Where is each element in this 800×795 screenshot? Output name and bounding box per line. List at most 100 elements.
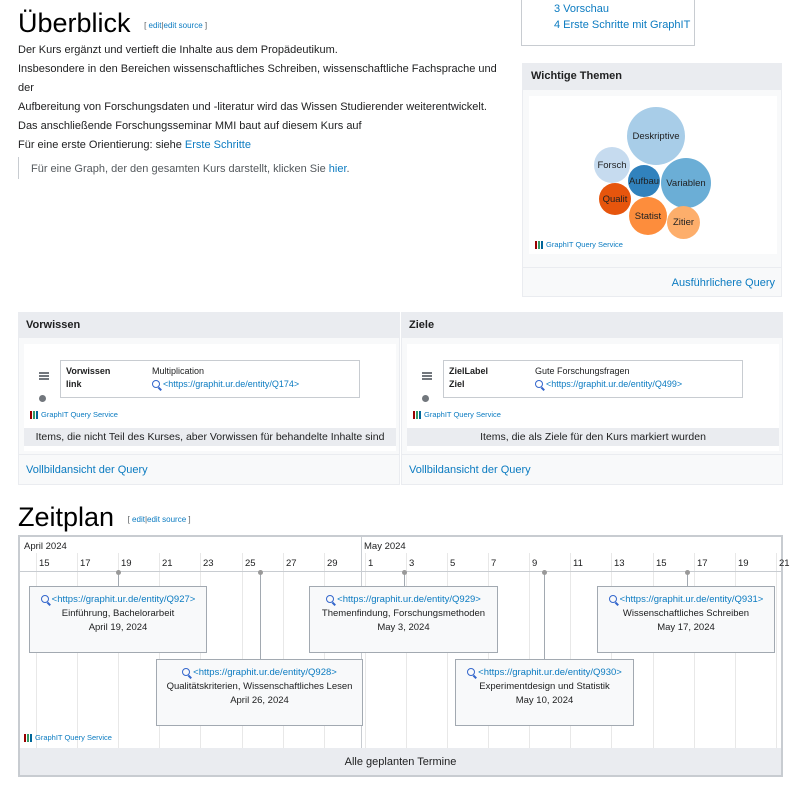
goals-value: Gute Forschungsfragen bbox=[535, 366, 630, 376]
timeline-event[interactable]: <https://graphit.ur.de/entity/Q928> Qual… bbox=[156, 659, 363, 726]
search-icon bbox=[182, 668, 191, 676]
timeline-event[interactable]: <https://graphit.ur.de/entity/Q927> Einf… bbox=[29, 586, 207, 653]
goals-result: ZielLabel Gute Forschungsfragen Ziel <ht… bbox=[407, 344, 779, 451]
overview-paragraph: Der Kurs ergänzt und vertieft die Inhalt… bbox=[18, 44, 338, 56]
prereq-value: Multiplication bbox=[152, 366, 205, 376]
bubble-zitier[interactable]: Zitier bbox=[667, 206, 700, 239]
toc-item-vorschau[interactable]: 3 Vorschau bbox=[554, 3, 609, 15]
event-marker bbox=[258, 570, 263, 575]
event-link[interactable]: <https://graphit.ur.de/entity/Q931> bbox=[598, 593, 774, 607]
graphit-service-badge[interactable]: GraphIT Query Service bbox=[413, 410, 501, 419]
event-date: May 3, 2024 bbox=[377, 622, 430, 633]
timeline-day-label: 29 bbox=[327, 558, 338, 569]
prereq-entity-link[interactable]: <https://graphit.ur.de/entity/Q174> bbox=[152, 379, 299, 389]
event-marker bbox=[685, 570, 690, 575]
timeline-day-label: 5 bbox=[450, 558, 456, 569]
overview-paragraph: Das anschließende Forschungsseminar MMI … bbox=[18, 120, 362, 132]
month-label: May 2024 bbox=[364, 541, 406, 552]
timeline-event[interactable]: <https://graphit.ur.de/entity/Q929> Them… bbox=[309, 586, 498, 653]
goals-key: ZielLabel bbox=[449, 366, 489, 376]
graphit-service-label: GraphIT Query Service bbox=[546, 240, 623, 249]
event-link-text: <https://graphit.ur.de/entity/Q928> bbox=[193, 667, 337, 678]
graphit-service-badge[interactable]: GraphIT Query Service bbox=[535, 240, 623, 249]
table-view-icon[interactable] bbox=[422, 372, 432, 380]
graphit-service-badge[interactable]: GraphIT Query Service bbox=[30, 410, 118, 419]
event-stem bbox=[687, 573, 688, 587]
event-link[interactable]: <https://graphit.ur.de/entity/Q930> bbox=[456, 666, 633, 680]
event-stem bbox=[404, 573, 405, 587]
graphit-logo-icon bbox=[30, 410, 39, 419]
bubble-variablen[interactable]: Variablen bbox=[661, 158, 711, 208]
graph-link[interactable]: hier bbox=[329, 163, 347, 175]
bubble-deskriptive[interactable]: Deskriptive bbox=[627, 107, 685, 165]
table-view-icon[interactable] bbox=[39, 372, 49, 380]
overview-title: Überblick bbox=[18, 8, 131, 38]
search-icon bbox=[326, 595, 335, 603]
event-title: Wissenschaftliches Schreiben bbox=[622, 608, 750, 619]
bubble-forsch[interactable]: Forsch bbox=[594, 147, 630, 183]
event-link[interactable]: <https://graphit.ur.de/entity/Q927> bbox=[30, 593, 206, 607]
search-icon bbox=[535, 380, 543, 388]
schedule-caption: Alle geplanten Termine bbox=[20, 748, 781, 775]
edit-link[interactable]: edit bbox=[149, 21, 162, 30]
goals-table: ZielLabel Gute Forschungsfragen Ziel <ht… bbox=[443, 360, 743, 398]
timeline-day-label: 21 bbox=[779, 558, 790, 569]
timeline-day-label: 13 bbox=[614, 558, 625, 569]
graph-callout-suffix: . bbox=[346, 163, 350, 175]
bubble-chart: Deskriptive Forsch Variablen Aufbau Qual… bbox=[529, 96, 777, 254]
timeline-event[interactable]: <https://graphit.ur.de/entity/Q931> Wiss… bbox=[597, 586, 775, 653]
prereq-key: link bbox=[66, 379, 82, 389]
toc-item-erste-schritte[interactable]: 4 Erste Schritte mit GraphIT bbox=[554, 19, 690, 31]
search-icon bbox=[152, 380, 160, 388]
graph-callout-text: Für eine Graph, der den gesamten Kurs da… bbox=[31, 163, 329, 175]
timeline-axis bbox=[20, 571, 781, 572]
graphit-service-label: GraphIT Query Service bbox=[424, 410, 501, 419]
event-marker bbox=[116, 570, 121, 575]
event-date: April 19, 2024 bbox=[88, 622, 148, 633]
edit-source-link[interactable]: edit source bbox=[164, 21, 203, 30]
graphit-service-badge[interactable]: GraphIT Query Service bbox=[24, 733, 112, 742]
event-link[interactable]: <https://graphit.ur.de/entity/Q929> bbox=[310, 593, 497, 607]
event-title: Qualitätskriterien, Wissenschaftliches L… bbox=[166, 681, 353, 692]
prereq-key: Vorwissen bbox=[66, 366, 111, 376]
prereq-fullview-link[interactable]: Vollbildansicht der Query bbox=[26, 464, 148, 476]
timeline-day-label: 23 bbox=[203, 558, 214, 569]
prereq-caption: Items, die nicht Teil des Kurses, aber V… bbox=[24, 428, 396, 446]
graphit-logo-icon bbox=[413, 410, 422, 419]
edit-link[interactable]: edit bbox=[132, 515, 145, 524]
goals-header: Ziele bbox=[402, 313, 782, 338]
edit-section-links: [ edit|edit source ] bbox=[127, 515, 191, 524]
event-link-text: <https://graphit.ur.de/entity/Q927> bbox=[51, 594, 196, 605]
event-date: May 10, 2024 bbox=[515, 695, 574, 706]
edit-source-link[interactable]: edit source bbox=[147, 515, 186, 524]
goals-entity-link[interactable]: <https://graphit.ur.de/entity/Q499> bbox=[535, 379, 682, 389]
goals-fullview-link[interactable]: Vollbildansicht der Query bbox=[409, 464, 531, 476]
timeline-day-label: 17 bbox=[697, 558, 708, 569]
event-stem bbox=[260, 573, 261, 659]
prereq-panel: Vorwissen Vorwissen Multiplication link … bbox=[18, 312, 400, 485]
timeline: April 2024 May 2024 15 17 19 21 23 25 27 29 1 3 5 7… bbox=[18, 535, 790, 777]
timeline-day-label: 7 bbox=[491, 558, 497, 569]
timeline-day-label: 19 bbox=[121, 558, 132, 569]
themes-header: Wichtige Themen bbox=[523, 64, 781, 90]
more-query-link[interactable]: Ausführlichere Query bbox=[672, 277, 775, 289]
timeline-day-label: 3 bbox=[409, 558, 415, 569]
bubble-qualit[interactable]: Qualit bbox=[599, 183, 631, 215]
timeline-event[interactable]: <https://graphit.ur.de/entity/Q930> Expe… bbox=[455, 659, 634, 726]
bubble-aufbau[interactable]: Aufbau bbox=[628, 165, 660, 197]
overview-paragraph: Aufbereitung von Forschungsdaten und -li… bbox=[18, 101, 487, 113]
prereq-link-text: <https://graphit.ur.de/entity/Q174> bbox=[163, 379, 300, 389]
erste-schritte-link[interactable]: Erste Schritte bbox=[185, 139, 251, 151]
event-link[interactable]: <https://graphit.ur.de/entity/Q928> bbox=[157, 666, 362, 680]
timeline-day-label: 25 bbox=[245, 558, 256, 569]
search-icon bbox=[40, 595, 49, 603]
timeline-gridline bbox=[776, 553, 777, 748]
status-dot-icon bbox=[422, 395, 429, 402]
themes-box: Wichtige Themen Deskriptive Forsch Varia… bbox=[522, 63, 782, 297]
search-icon bbox=[608, 595, 617, 603]
graph-callout: Für eine Graph, der den gesamten Kurs da… bbox=[18, 157, 498, 179]
divider bbox=[19, 454, 399, 455]
prereq-header: Vorwissen bbox=[19, 313, 399, 338]
goals-key: Ziel bbox=[449, 379, 465, 389]
bubble-statist[interactable]: Statist bbox=[629, 197, 667, 235]
